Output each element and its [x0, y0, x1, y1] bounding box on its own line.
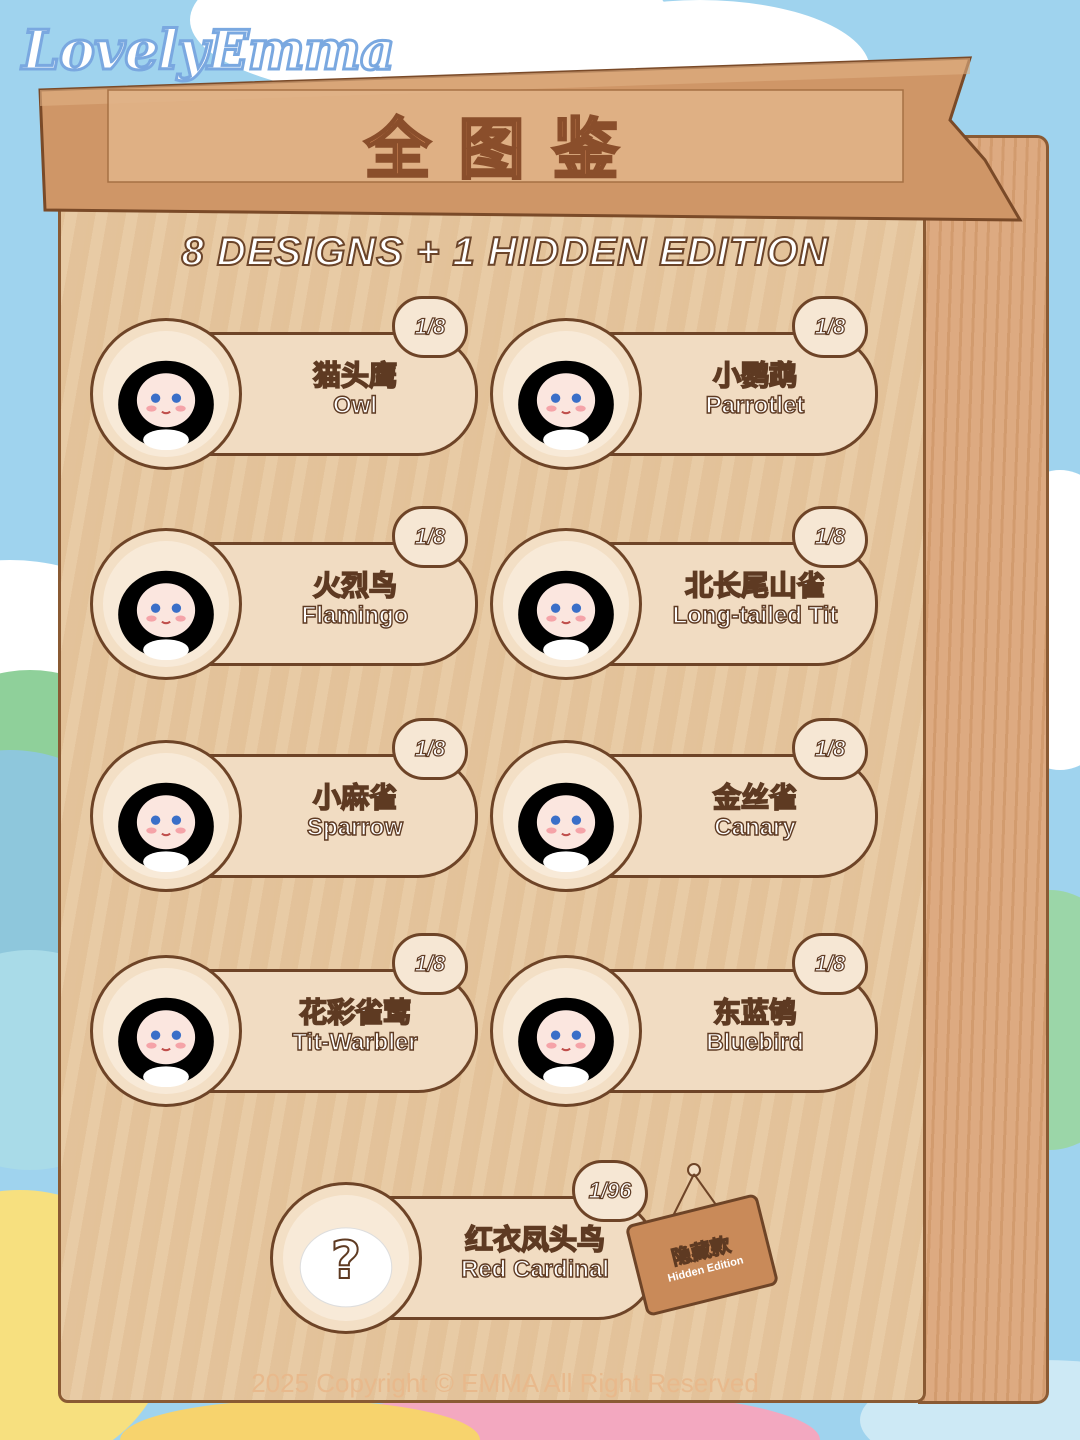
card-ratio-badge: 1/8 — [792, 296, 868, 358]
card-image-frame — [490, 528, 642, 680]
card-ratio-badge: 1/8 — [392, 933, 468, 995]
bird-figure-icon — [518, 997, 614, 1088]
design-card[interactable]: 金丝雀 Canary 1/8 — [490, 718, 882, 900]
design-card[interactable]: 小鹦鹉 Parrotlet 1/8 — [490, 296, 882, 478]
card-name-en: Parrotlet — [705, 391, 805, 419]
card-name-zh: 东蓝鸲 — [712, 995, 798, 1030]
designs-subtitle: 8 DESIGNS + 1 HIDDEN EDITION — [180, 229, 829, 275]
card-image-frame — [490, 955, 642, 1107]
design-card[interactable]: 北长尾山雀 Long-tailed Tit 1/8 — [490, 506, 882, 688]
card-ratio-badge: 1/8 — [792, 506, 868, 568]
bird-figure-icon — [118, 570, 214, 661]
card-name-zh: 花彩雀莺 — [298, 995, 412, 1030]
page-title: 全图鉴 — [363, 110, 647, 190]
card-name-zh: 红衣凤头鸟 — [464, 1222, 606, 1257]
design-card[interactable]: 小麻雀 Sparrow 1/8 — [90, 718, 482, 900]
card-name-zh: 金丝雀 — [712, 780, 798, 815]
card-name-en: Flamingo — [301, 601, 409, 629]
hidden-edition-card[interactable]: ? 红衣凤头鸟 Red Cardinal 1/96 — [270, 1160, 662, 1342]
bird-figure-icon — [118, 782, 214, 873]
bird-figure-icon — [518, 360, 614, 451]
card-name-zh: 火烈鸟 — [312, 568, 398, 603]
card-image-frame — [90, 955, 242, 1107]
card-name-en: Sparrow — [306, 813, 404, 841]
card-image-frame — [490, 318, 642, 470]
bird-figure-icon — [518, 782, 614, 873]
bird-figure-icon — [518, 570, 614, 661]
card-name-en: Red Cardinal — [460, 1255, 610, 1283]
card-ratio-badge: 1/8 — [792, 718, 868, 780]
card-name-zh: 猫头鹰 — [312, 358, 398, 393]
card-ratio-badge: 1/8 — [792, 933, 868, 995]
card-ratio-badge: 1/8 — [392, 718, 468, 780]
card-name-en: Long-tailed Tit — [672, 601, 838, 629]
design-card[interactable]: 花彩雀莺 Tit-Warbler 1/8 — [90, 933, 482, 1115]
card-name-zh: 小鹦鹉 — [712, 358, 798, 393]
card-name-en: Tit-Warbler — [292, 1028, 419, 1056]
design-card[interactable]: 猫头鹰 Owl 1/8 — [90, 296, 482, 478]
mystery-mark: ? — [330, 1230, 362, 1292]
design-card[interactable]: 火烈鸟 Flamingo 1/8 — [90, 506, 482, 688]
card-name-en: Owl — [332, 391, 377, 419]
card-image-frame: ? — [270, 1182, 422, 1334]
bird-figure-icon — [118, 360, 214, 451]
card-name-zh: 小麻雀 — [312, 780, 398, 815]
card-image-frame — [90, 528, 242, 680]
card-ratio-badge: 1/96 — [572, 1160, 648, 1222]
copyright-footer: 2025 Copyright © EMMA All Right Reserved — [251, 1368, 759, 1398]
wood-side-plank — [918, 135, 1049, 1404]
card-ratio-badge: 1/8 — [392, 506, 468, 568]
card-image-frame — [490, 740, 642, 892]
design-card[interactable]: 东蓝鸲 Bluebird 1/8 — [490, 933, 882, 1115]
card-ratio-badge: 1/8 — [392, 296, 468, 358]
card-name-zh: 北长尾山雀 — [684, 568, 826, 603]
bird-figure-icon — [118, 997, 214, 1088]
card-image-frame — [90, 318, 242, 470]
card-name-en: Canary — [714, 813, 797, 841]
card-name-en: Bluebird — [706, 1028, 805, 1056]
card-image-frame — [90, 740, 242, 892]
